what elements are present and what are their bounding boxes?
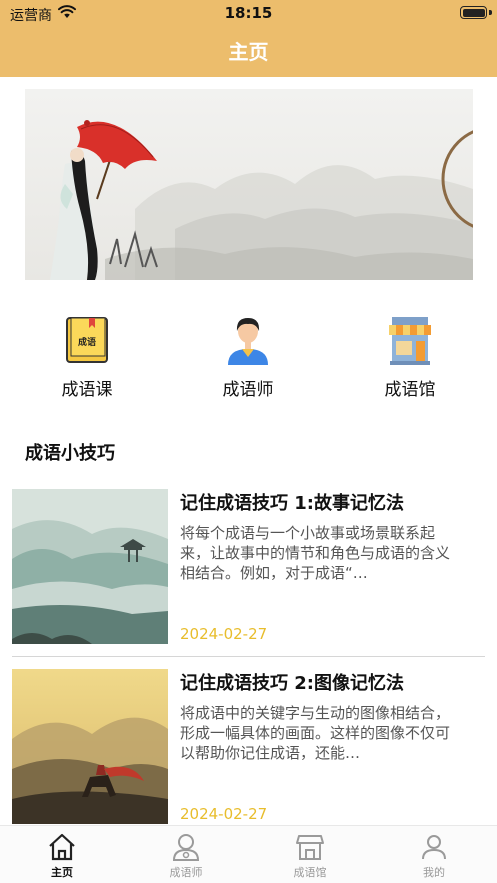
banner-artwork bbox=[25, 89, 473, 280]
quick-entry-teacher[interactable]: 成语师 bbox=[193, 315, 303, 400]
home-banner[interactable] bbox=[25, 89, 473, 280]
top-header: 运营商 18:15 主页 bbox=[0, 0, 497, 77]
store-tab-icon bbox=[296, 835, 324, 860]
article-2-thumbnail bbox=[12, 669, 168, 824]
battery-icon bbox=[460, 6, 487, 19]
quick-entry-hall-label: 成语馆 bbox=[384, 380, 436, 400]
quick-entry-hall[interactable]: 成语馆 bbox=[355, 315, 465, 400]
tab-teacher[interactable]: 成语师 bbox=[124, 826, 248, 883]
book-icon-text: 成语 bbox=[78, 336, 96, 348]
status-bar: 运营商 18:15 bbox=[0, 0, 497, 26]
battery-tip bbox=[489, 10, 492, 15]
tab-hall[interactable]: 成语馆 bbox=[248, 826, 372, 883]
home-icon bbox=[49, 833, 75, 861]
article-card-2[interactable]: 记住成语技巧 2:图像记忆法 将成语中的关键字与生动的图像相结合，形成一幅具体的… bbox=[0, 669, 497, 839]
article-divider bbox=[12, 656, 485, 657]
tab-mine[interactable]: 我的 bbox=[372, 826, 496, 883]
teacher-tab-icon bbox=[172, 834, 200, 861]
teacher-icon bbox=[228, 318, 268, 365]
article-1-summary: 将每个成语与一个小故事或场景联系起来，让故事中的情节和角色与成语的含义相结合。例… bbox=[180, 524, 451, 582]
quick-entry-teacher-label: 成语师 bbox=[222, 380, 274, 400]
article-1-thumbnail bbox=[12, 489, 168, 644]
tab-hall-label: 成语馆 bbox=[293, 866, 327, 879]
article-2-summary: 将成语中的关键字与生动的图像相结合，形成一幅具体的画面。这样的图像不仅可以帮助你… bbox=[180, 704, 451, 762]
article-2-date: 2024-02-27 bbox=[180, 805, 268, 823]
article-2-title: 记住成语技巧 2:图像记忆法 bbox=[180, 673, 404, 694]
tab-teacher-label: 成语师 bbox=[169, 866, 203, 879]
quick-entry-course-label: 成语课 bbox=[61, 380, 113, 400]
status-time: 18:15 bbox=[224, 4, 273, 22]
horsemen-landscape-image bbox=[12, 669, 168, 824]
page-title: 主页 bbox=[228, 40, 269, 64]
bottom-tab-bar: 主页 成语师 成语馆 我的 bbox=[0, 825, 497, 883]
tab-home[interactable]: 主页 bbox=[0, 826, 124, 883]
app-screen: 运营商 18:15 主页 成语 成语课 成语师 成语馆 成语小技巧 记住成语技巧… bbox=[0, 0, 497, 883]
article-1-title: 记住成语技巧 1:故事记忆法 bbox=[180, 493, 404, 514]
profile-icon bbox=[422, 835, 446, 860]
article-1-date: 2024-02-27 bbox=[180, 625, 268, 643]
shop-icon bbox=[389, 317, 431, 365]
book-icon: 成语 bbox=[66, 317, 108, 363]
tab-home-label: 主页 bbox=[51, 866, 73, 879]
tab-mine-label: 我的 bbox=[423, 866, 445, 879]
section-title: 成语小技巧 bbox=[25, 443, 115, 464]
article-card-1[interactable]: 记住成语技巧 1:故事记忆法 将每个成语与一个小故事或场景联系起来，让故事中的情… bbox=[0, 489, 497, 659]
misty-landscape-image bbox=[12, 489, 168, 644]
quick-entry-course[interactable]: 成语 成语课 bbox=[32, 315, 142, 400]
